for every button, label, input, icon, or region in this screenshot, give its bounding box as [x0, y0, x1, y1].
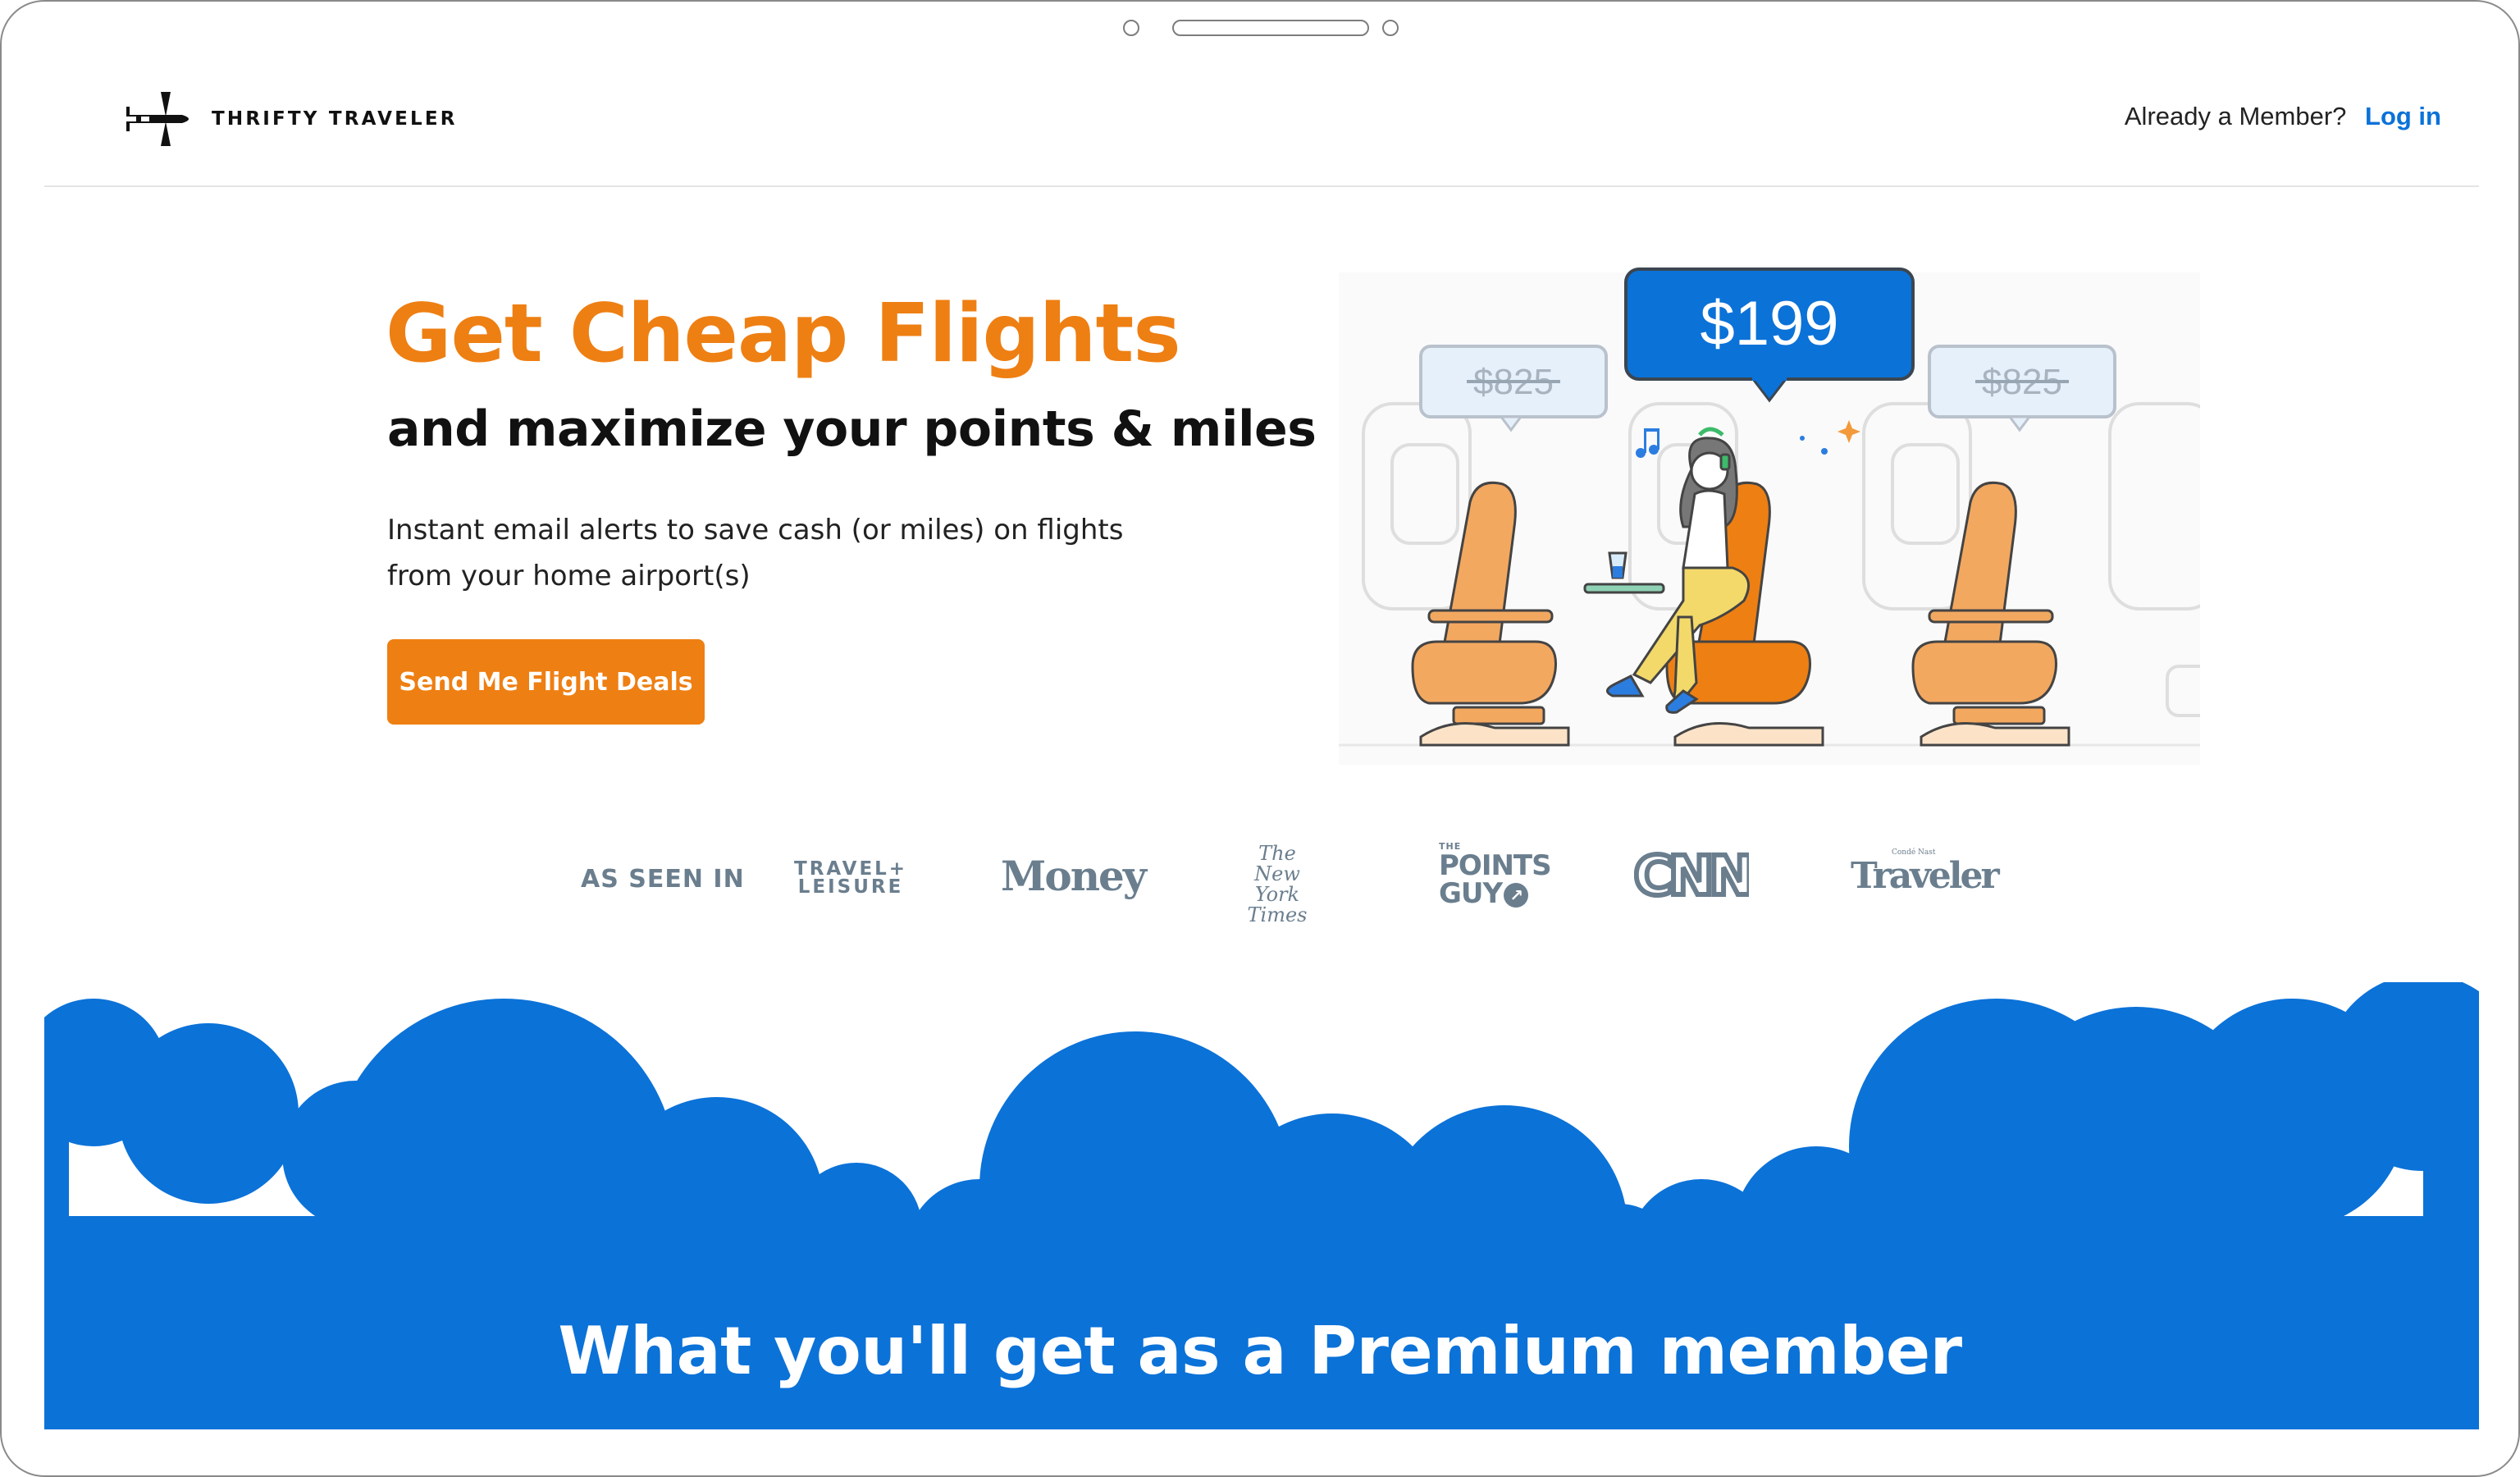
member-prompt: Already a Member? [2124, 102, 2347, 130]
speaker-slot [1172, 20, 1369, 36]
site-header: THRIFTY TRAVELER Already a Member? Log i… [44, 51, 2479, 187]
device-camera-bar [1123, 18, 1399, 38]
brand-logo[interactable]: THRIFTY TRAVELER [125, 90, 458, 148]
sensor-dot-icon [1382, 20, 1399, 36]
camera-dot-icon [1123, 20, 1139, 36]
conde-nast-traveler-logo: Condé Nast Traveler [1851, 848, 2000, 897]
press-label: AS SEEN IN [581, 865, 745, 894]
cnn-logo: CNN [1632, 842, 1758, 910]
hero-title: Get Cheap Flights [386, 287, 1181, 381]
cnn-logo-mark: CNN [1632, 842, 1758, 910]
press-section: AS SEEN IN TRAVEL+ LEISURE Money The New… [494, 839, 2020, 929]
svg-text:CNN: CNN [1634, 847, 1749, 904]
nyt-logo: The New York Times [1247, 842, 1308, 926]
airplane-cabin-illustration: $825 $825 $199 [1339, 268, 2200, 765]
old-price-bubble-left: $825 [1419, 345, 1608, 432]
arrow-circle-icon: ↗ [1504, 882, 1529, 908]
hero-description-line: from your home airport(s) [387, 560, 751, 592]
login-link[interactable]: Log in [2365, 102, 2441, 130]
travel-leisure-logo: TRAVEL+ LEISURE [794, 858, 908, 898]
deal-price-bubble: $199 [1624, 268, 1915, 403]
member-login-area: Already a Member? Log in [2125, 102, 2441, 131]
hero-subtitle: and maximize your points & miles [387, 400, 1317, 458]
money-logo: Money [1001, 852, 1147, 900]
hero-description: Instant email alerts to save cash (or mi… [387, 507, 1175, 599]
device-frame: THRIFTY TRAVELER Already a Member? Log i… [0, 0, 2520, 1477]
airplane-logo-icon [125, 92, 189, 146]
send-flight-deals-button[interactable]: Send Me Flight Deals [387, 639, 705, 725]
deal-price: $199 [1700, 289, 1838, 359]
premium-section-title: What you'll get as a Premium member [558, 1313, 1962, 1389]
points-guy-logo: THE POINTS GUY ↗ [1439, 841, 1552, 910]
old-price-bubble-right: $825 [1928, 345, 2116, 432]
brand-name: THRIFTY TRAVELER [212, 108, 458, 130]
hero-description-line: Instant email alerts to save cash (or mi… [387, 514, 1124, 546]
